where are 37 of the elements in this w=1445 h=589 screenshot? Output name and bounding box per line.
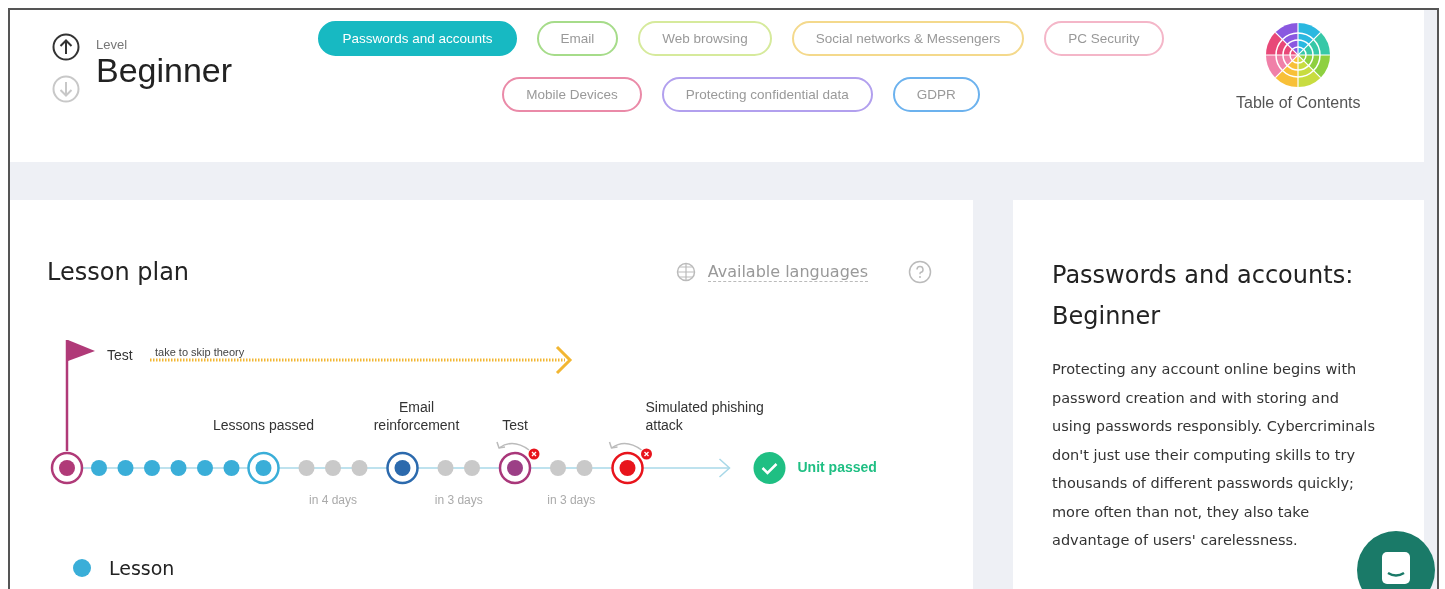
error-badge-icon	[528, 448, 540, 460]
interval-note: in 3 days	[547, 493, 596, 507]
legend-label: Lesson	[109, 557, 175, 579]
step-label: Email reinforcement	[372, 398, 461, 434]
topic-tab[interactable]: Passwords and accounts	[318, 21, 517, 56]
topic-tab[interactable]: Protecting confidential data	[661, 77, 873, 112]
toc-label[interactable]: Table of Contents	[1236, 94, 1361, 112]
interval-note: in 3 days	[434, 493, 483, 507]
skip-hint: take to skip theory	[155, 346, 245, 358]
topic-tab[interactable]: Web browsing	[638, 21, 772, 56]
chat-icon	[1381, 551, 1411, 585]
languages-link[interactable]: Available languages	[707, 262, 868, 282]
color-wheel-icon[interactable]	[1265, 22, 1332, 88]
check-icon	[753, 452, 786, 484]
level-label: Level	[96, 37, 129, 52]
arrow-up-icon	[52, 33, 80, 61]
step-label: Simulated phishing attack	[645, 398, 765, 434]
topic-tab[interactable]: Social networks & Messengers	[791, 21, 1025, 56]
level-name: Beginner	[96, 52, 234, 90]
finish-label: Unit passed	[797, 459, 877, 475]
chat-button[interactable]	[1357, 531, 1435, 589]
summary-title: Passwords and accounts: Beginner	[1052, 260, 1355, 332]
topic-tab[interactable]: Email	[536, 21, 619, 56]
globe-icon	[675, 262, 696, 282]
error-badge-icon	[641, 448, 652, 460]
arrow-down-icon	[52, 75, 80, 103]
retry-arrow-icon	[608, 441, 643, 451]
summary-text: Protecting any account online begins with password creation and with storing and using passwords responsibly. Cybercriminals don't just use their computing skills to try thousands of different passwords quickly; more often than not, they also take advantage of users' carelessness.	[1052, 360, 1376, 550]
topic-tab[interactable]: Mobile Devices	[502, 77, 642, 112]
step-label: Lessons passed	[211, 416, 316, 434]
section-title: Lesson plan	[47, 258, 191, 286]
topic-tab[interactable]: GDPR	[892, 77, 980, 112]
topic-tab[interactable]: PC Security	[1044, 21, 1164, 56]
retry-arrow-icon	[496, 441, 530, 451]
interval-note: in 4 days	[309, 493, 357, 507]
help-icon	[908, 260, 932, 284]
test-label: Test	[107, 347, 133, 363]
